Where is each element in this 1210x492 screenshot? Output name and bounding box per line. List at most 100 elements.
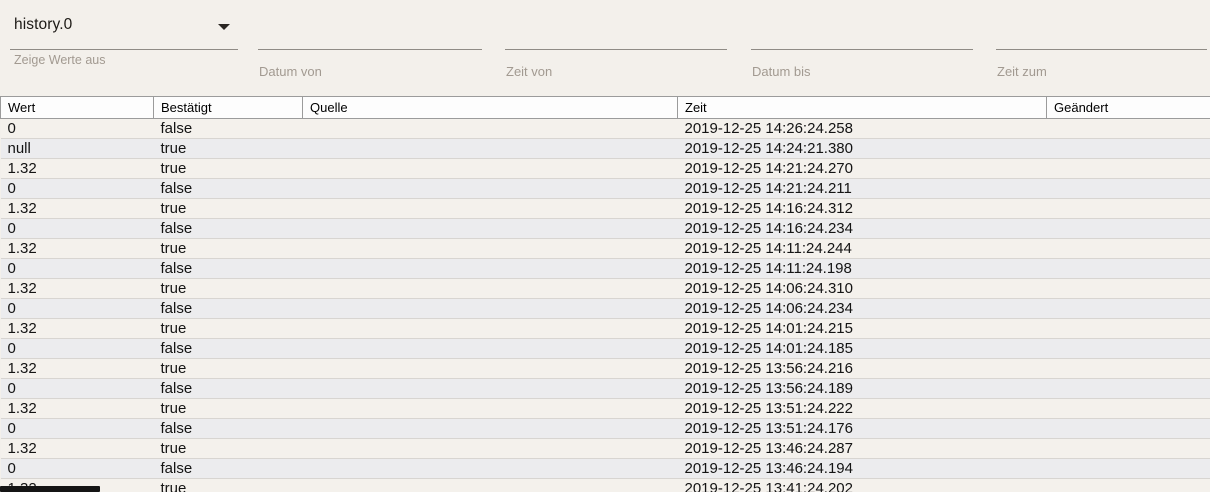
table-row: 0 false 2019-12-25 14:26:24.258 xyxy=(0,118,1210,139)
cell-geaendert xyxy=(1046,338,1210,359)
cell-quelle xyxy=(302,158,678,179)
cell-bestaetigt: true xyxy=(153,138,303,159)
cell-zeit: 2019-12-25 13:46:24.194 xyxy=(677,458,1047,479)
cell-quelle xyxy=(302,238,678,259)
cell-geaendert xyxy=(1046,118,1210,139)
adapter-select[interactable]: history.0 Zeige Werte aus xyxy=(10,0,238,96)
cell-geaendert xyxy=(1046,378,1210,399)
cell-zeit: 2019-12-25 14:11:24.198 xyxy=(677,258,1047,279)
cell-quelle xyxy=(302,398,678,419)
cell-wert: 0 xyxy=(0,458,154,479)
cell-zeit: 2019-12-25 14:26:24.258 xyxy=(677,118,1047,139)
table-row: 1.32 true 2019-12-25 13:51:24.222 xyxy=(0,398,1210,419)
cell-bestaetigt: false xyxy=(153,458,303,479)
table-row: 0 false 2019-12-25 13:56:24.189 xyxy=(0,378,1210,399)
date-to-input[interactable] xyxy=(751,0,973,50)
cell-zeit: 2019-12-25 13:51:24.176 xyxy=(677,418,1047,439)
cell-zeit: 2019-12-25 14:21:24.211 xyxy=(677,178,1047,199)
table-row: 1.32 true 2019-12-25 13:56:24.216 xyxy=(0,358,1210,379)
table-row: 1.32 true 2019-12-25 14:11:24.244 xyxy=(0,238,1210,259)
cell-geaendert xyxy=(1046,398,1210,419)
adapter-select-label: Zeige Werte aus xyxy=(14,53,106,67)
cell-quelle xyxy=(302,418,678,439)
cell-bestaetigt: false xyxy=(153,418,303,439)
cell-quelle xyxy=(302,218,678,239)
cell-wert: null xyxy=(0,138,154,159)
time-to-label: Zeit zum xyxy=(997,64,1047,79)
column-header-bestaetigt[interactable]: Bestätigt xyxy=(153,96,303,119)
column-header-geaendert[interactable]: Geändert xyxy=(1046,96,1210,119)
cell-geaendert xyxy=(1046,198,1210,219)
cell-geaendert xyxy=(1046,358,1210,379)
adapter-select-value: history.0 xyxy=(14,16,73,33)
cell-bestaetigt: true xyxy=(153,438,303,459)
time-to-input[interactable] xyxy=(996,0,1207,50)
cell-zeit: 2019-12-25 14:01:24.185 xyxy=(677,338,1047,359)
cell-bestaetigt: true xyxy=(153,238,303,259)
cell-wert: 1.32 xyxy=(0,278,154,299)
date-from-field: Datum von xyxy=(258,0,482,96)
cell-zeit: 2019-12-25 13:56:24.216 xyxy=(677,358,1047,379)
cell-zeit: 2019-12-25 14:24:21.380 xyxy=(677,138,1047,159)
cell-geaendert xyxy=(1046,158,1210,179)
cell-wert: 1.32 xyxy=(0,318,154,339)
cell-quelle xyxy=(302,478,678,492)
cell-quelle xyxy=(302,358,678,379)
cell-quelle xyxy=(302,278,678,299)
cell-wert: 1.32 xyxy=(0,158,154,179)
cell-wert: 1.32 xyxy=(0,398,154,419)
table-row: 0 false 2019-12-25 13:51:24.176 xyxy=(0,418,1210,439)
cell-quelle xyxy=(302,198,678,219)
horizontal-scrollbar-thumb[interactable] xyxy=(0,486,100,492)
table-row: null true 2019-12-25 14:24:21.380 xyxy=(0,138,1210,159)
cell-wert: 0 xyxy=(0,118,154,139)
cell-geaendert xyxy=(1046,138,1210,159)
cell-zeit: 2019-12-25 14:16:24.234 xyxy=(677,218,1047,239)
cell-wert: 1.32 xyxy=(0,238,154,259)
column-header-zeit[interactable]: Zeit xyxy=(677,96,1047,119)
cell-wert: 1.32 xyxy=(0,358,154,379)
column-header-quelle[interactable]: Quelle xyxy=(302,96,678,119)
cell-quelle xyxy=(302,458,678,479)
cell-geaendert xyxy=(1046,258,1210,279)
cell-wert: 0 xyxy=(0,338,154,359)
date-to-field: Datum bis xyxy=(751,0,973,96)
cell-geaendert xyxy=(1046,438,1210,459)
cell-bestaetigt: true xyxy=(153,398,303,419)
cell-geaendert xyxy=(1046,418,1210,439)
table-row: 1.32 true 2019-12-25 14:21:24.270 xyxy=(0,158,1210,179)
cell-bestaetigt: false xyxy=(153,118,303,139)
cell-zeit: 2019-12-25 13:56:24.189 xyxy=(677,378,1047,399)
cell-zeit: 2019-12-25 14:01:24.215 xyxy=(677,318,1047,339)
cell-wert: 0 xyxy=(0,258,154,279)
table-row: 1.32 true 2019-12-25 14:16:24.312 xyxy=(0,198,1210,219)
cell-quelle xyxy=(302,178,678,199)
cell-zeit: 2019-12-25 14:21:24.270 xyxy=(677,158,1047,179)
cell-wert: 0 xyxy=(0,178,154,199)
cell-zeit: 2019-12-25 14:11:24.244 xyxy=(677,238,1047,259)
cell-quelle xyxy=(302,378,678,399)
date-from-input[interactable] xyxy=(258,0,482,50)
column-header-wert[interactable]: Wert xyxy=(0,96,154,119)
cell-bestaetigt: true xyxy=(153,478,303,492)
cell-geaendert xyxy=(1046,458,1210,479)
history-table: Wert Bestätigt Quelle Zeit Geändert 0 fa… xyxy=(0,96,1210,492)
cell-bestaetigt: true xyxy=(153,158,303,179)
cell-bestaetigt: true xyxy=(153,198,303,219)
cell-zeit: 2019-12-25 13:41:24.202 xyxy=(677,478,1047,492)
cell-bestaetigt: true xyxy=(153,278,303,299)
time-from-field: Zeit von xyxy=(505,0,727,96)
table-row: 0 false 2019-12-25 14:21:24.211 xyxy=(0,178,1210,199)
cell-geaendert xyxy=(1046,178,1210,199)
cell-bestaetigt: false xyxy=(153,258,303,279)
time-from-input[interactable] xyxy=(505,0,727,50)
cell-quelle xyxy=(302,258,678,279)
cell-quelle xyxy=(302,438,678,459)
cell-wert: 1.32 xyxy=(0,198,154,219)
cell-geaendert xyxy=(1046,238,1210,259)
chevron-down-icon xyxy=(218,24,230,30)
cell-geaendert xyxy=(1046,218,1210,239)
cell-zeit: 2019-12-25 14:06:24.234 xyxy=(677,298,1047,319)
cell-zeit: 2019-12-25 13:46:24.287 xyxy=(677,438,1047,459)
table-row: 0 false 2019-12-25 14:06:24.234 xyxy=(0,298,1210,319)
